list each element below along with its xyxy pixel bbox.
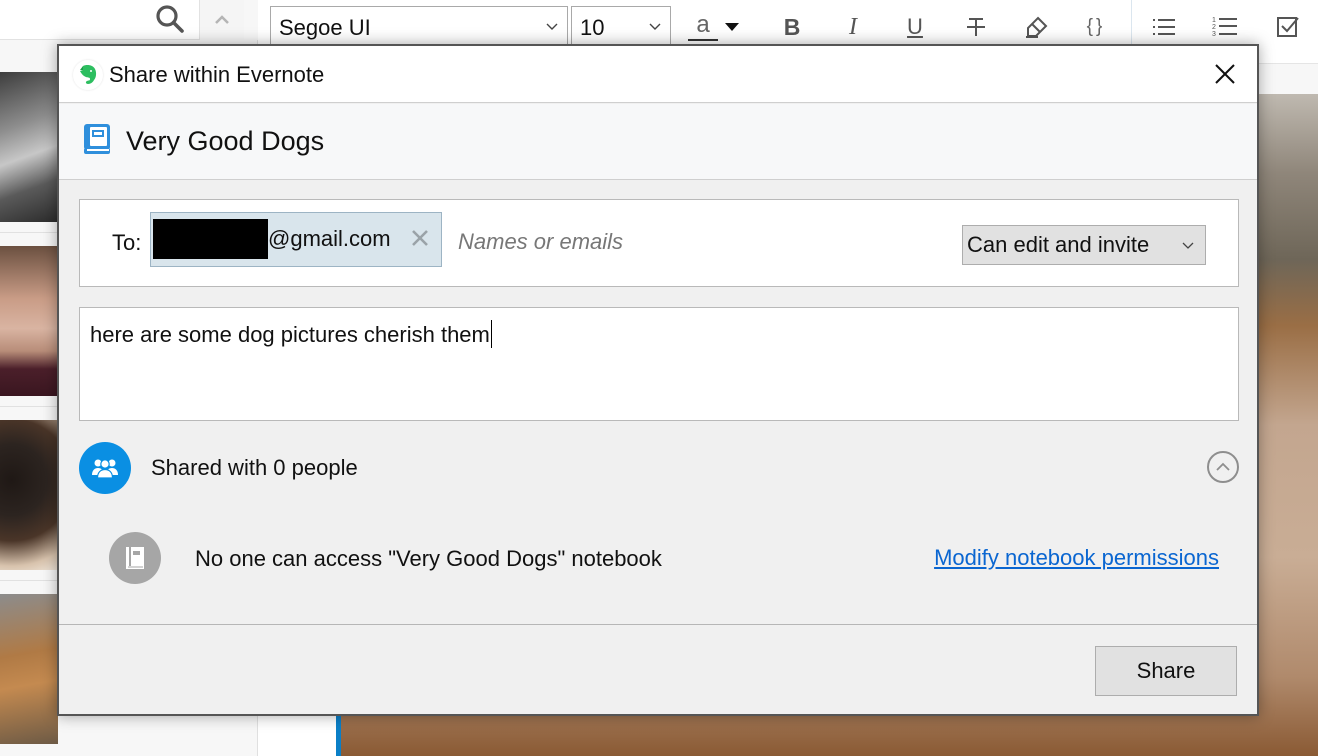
recipients-field[interactable]: To: @gmail.com Can edit and invite [79, 199, 1239, 287]
bulleted-list-button[interactable] [1142, 8, 1186, 46]
strikethrough-button[interactable] [954, 8, 998, 46]
close-button[interactable] [1211, 60, 1239, 88]
recipient-input[interactable] [458, 226, 928, 258]
checklist-button[interactable] [1266, 8, 1310, 46]
collapse-button[interactable] [1207, 451, 1239, 483]
font-family-value: Segoe UI [279, 15, 371, 40]
highlight-button[interactable] [1014, 8, 1058, 46]
notebook-access-row: No one can access "Very Good Dogs" noteb… [109, 532, 1239, 584]
dialog-title: Share within Evernote [109, 62, 325, 87]
close-icon [1215, 64, 1235, 84]
code-block-button[interactable]: {} [1074, 8, 1118, 46]
underline-button[interactable]: U [893, 8, 937, 46]
font-size-select[interactable]: 10 [571, 6, 671, 46]
note-thumbnail[interactable] [0, 594, 58, 744]
chevron-down-icon [546, 23, 558, 30]
text-cursor [490, 320, 492, 348]
divider [0, 232, 58, 233]
note-search-bar[interactable] [0, 0, 200, 40]
close-icon [412, 230, 428, 246]
italic-button[interactable]: I [831, 8, 875, 46]
scroll-up-button[interactable] [200, 0, 244, 40]
font-family-select[interactable]: Segoe UI [270, 6, 568, 46]
message-text: here are some dog pictures cherish them [90, 322, 490, 347]
share-dialog: Share within Evernote Very Good Dogs To:… [57, 44, 1259, 716]
divider [0, 406, 58, 407]
bold-icon: B [783, 13, 801, 40]
evernote-logo-icon [73, 60, 103, 90]
chevron-down-icon [649, 23, 661, 30]
svg-text:3: 3 [1212, 31, 1216, 38]
font-color-icon: a [688, 13, 718, 41]
notebook-icon [109, 532, 161, 584]
redacted-username [153, 219, 268, 259]
chevron-up-icon [1216, 462, 1230, 471]
notebook-name: Very Good Dogs [126, 126, 325, 156]
strikethrough-icon [967, 18, 985, 36]
bulleted-list-icon [1153, 19, 1175, 35]
to-label: To: [112, 230, 142, 255]
share-button[interactable]: Share [1095, 646, 1237, 696]
chevron-up-icon [215, 15, 229, 24]
underline-icon: U [907, 14, 923, 39]
toolbar-divider [1131, 0, 1132, 46]
notebook-icon [84, 124, 110, 154]
search-icon[interactable] [152, 2, 188, 36]
footer-divider [59, 624, 1257, 625]
divider [0, 580, 58, 581]
caret-down-icon [725, 22, 739, 31]
recipient-email: @gmail.com [268, 226, 391, 251]
permission-select[interactable]: Can edit and invite [962, 225, 1206, 265]
shared-with-section: Shared with 0 people [79, 442, 1239, 494]
highlighter-icon [1026, 16, 1048, 38]
shared-with-count: Shared with 0 people [151, 455, 358, 480]
font-color-dropdown[interactable] [720, 8, 744, 46]
code-braces-icon: {} [1086, 16, 1106, 37]
checkbox-icon [1277, 17, 1299, 37]
note-thumbnail[interactable] [0, 246, 58, 396]
access-status-text: No one can access "Very Good Dogs" noteb… [195, 546, 662, 571]
numbered-list-icon: 123 [1212, 17, 1237, 38]
note-thumbnail[interactable] [0, 420, 58, 570]
people-icon [79, 442, 131, 494]
chevron-down-icon [1182, 242, 1194, 249]
message-textarea[interactable]: here are some dog pictures cherish them [79, 307, 1239, 421]
font-color-button[interactable]: a [681, 8, 725, 46]
font-size-value: 10 [580, 15, 605, 40]
dialog-titlebar: Share within Evernote [59, 46, 1257, 103]
permission-value: Can edit and invite [967, 232, 1150, 257]
remove-recipient-button[interactable] [409, 227, 431, 249]
svg-text:1: 1 [1212, 17, 1216, 24]
italic-icon: I [849, 13, 857, 40]
modify-permissions-link[interactable]: Modify notebook permissions [934, 545, 1219, 571]
note-thumbnail[interactable] [0, 72, 58, 222]
recipient-chip[interactable]: @gmail.com [150, 212, 442, 267]
numbered-list-button[interactable]: 123 [1203, 8, 1247, 46]
notebook-header: Very Good Dogs [59, 104, 1257, 180]
bold-button[interactable]: B [770, 8, 814, 46]
svg-text:2: 2 [1212, 24, 1216, 31]
